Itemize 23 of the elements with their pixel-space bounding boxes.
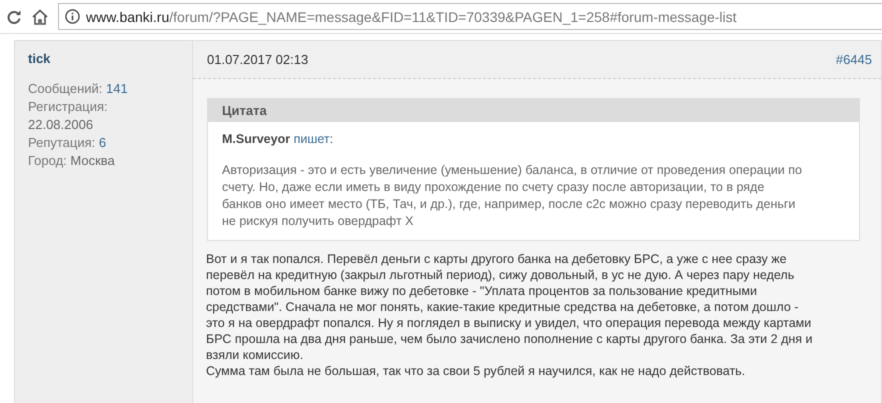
stat-value: 22.08.2006	[28, 116, 94, 134]
stat-value[interactable]: 6	[98, 135, 106, 150]
post-text: Сумма там была не большая, так что за свои 5 рублей я научился, как не надо действовать.	[206, 363, 746, 379]
info-icon[interactable]	[65, 9, 80, 24]
post-text: Вот и я так попался. Перевёл деньги с карты другого банка на дебетовку БРС, а уже с нее сразу же перевёл на кредитную (закрыл льготный период), сижу довольный, в ус не дую. А через пару недель потом в мобильном банке вижу по дебетовке - "Уплата процентов за пользование кредитными средствами". Сначала не мог понять, какие-такие кредитные средства на дебетовке, а потом дошло - это я на овердрафт попался. Ну я поглядел в выписку и увидел, что операция перевода между картами БРС прошла на два дня раньше, чем было зачислено пополнение с карты другого банка. За эти 2 дня и взяли комиссию.	[206, 251, 814, 363]
address-field[interactable]: www.banki.ru/forum/?PAGE_NAME=message&FID=11&TID=70339&PAGEN_1=258#forum-message-list	[58, 3, 882, 30]
url-text: www.banki.ru/forum/?PAGE_NAME=message&FID=11&TID=70339&PAGEN_1=258#forum-message-list	[86, 8, 737, 24]
stat-label: Город:	[28, 153, 67, 168]
post-date: 01.07.2017 02:13	[207, 52, 308, 67]
post-number-link[interactable]: #6445	[836, 52, 872, 67]
quote-author: M.Surveyor	[222, 132, 290, 146]
stat-label: Репутация:	[28, 135, 96, 150]
quote-text: Авторизация - это и есть увеличение (уменьшение) баланса, в отличие от проведения операции по счету. Но, даже если иметь в виду прохождение по счету сразу после авторизации, то в ряде банков оно имеет место (ТБ, Тач, и др.), где, например, после c2c можно сразу переводить деньги не рискуя получить овердрафт Х	[222, 162, 803, 230]
home-icon[interactable]	[31, 8, 49, 24]
stat-label: Сообщений:	[28, 81, 102, 96]
author-name[interactable]: tick	[28, 51, 50, 66]
stat-value: Москва	[70, 153, 115, 168]
writes-link[interactable]: пишет	[294, 132, 330, 146]
stat-label: Регистрация:	[28, 98, 108, 116]
reload-icon[interactable]	[6, 8, 22, 24]
stat-value[interactable]: 141	[106, 81, 128, 96]
colon-text: :	[330, 132, 334, 146]
quote-title: Цитата	[222, 103, 267, 118]
